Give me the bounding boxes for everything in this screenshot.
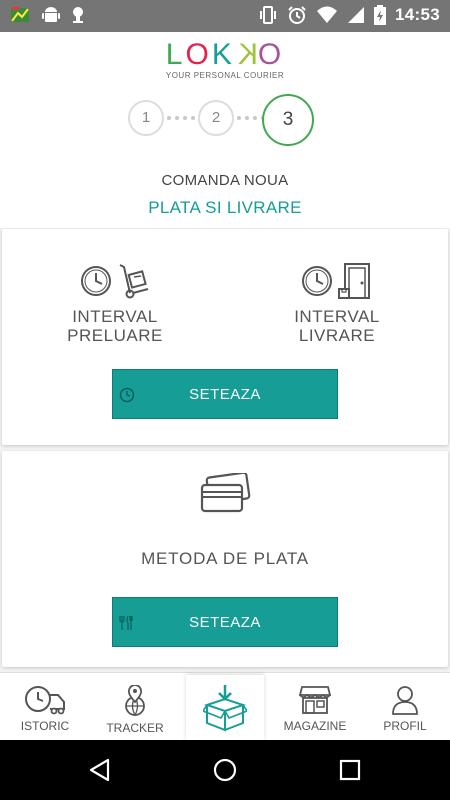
nav-magazine-label: MAGAZINE bbox=[283, 719, 347, 733]
nav-tracker[interactable]: TRACKER bbox=[90, 673, 180, 741]
set-interval-button-label: SETEAZA bbox=[189, 386, 261, 403]
signal-icon bbox=[348, 7, 365, 23]
nav-profil-label: PROFIL bbox=[383, 719, 427, 733]
battery-charging-icon bbox=[374, 5, 387, 25]
set-payment-button[interactable]: SETEAZA bbox=[112, 597, 338, 647]
payment-card: METODA DE PLATA SETEAZA bbox=[2, 451, 448, 667]
system-nav-bar bbox=[0, 740, 450, 800]
step-1[interactable]: 1 bbox=[128, 100, 164, 136]
app-icon bbox=[11, 7, 29, 22]
nav-tracker-label: TRACKER bbox=[106, 721, 164, 735]
pickup-label-line2: PRELUARE bbox=[67, 326, 163, 345]
clock-icon bbox=[119, 387, 135, 403]
android-icon bbox=[42, 7, 60, 22]
alarm-icon bbox=[288, 6, 306, 24]
recents-icon[interactable] bbox=[339, 758, 361, 782]
step-connector bbox=[237, 116, 265, 120]
brand-logo: LOKKO YOUR PERSONAL COURIER bbox=[0, 38, 450, 80]
credit-card-icon bbox=[200, 473, 251, 513]
delivery-interval: INTERVAL LIVRARE bbox=[252, 259, 422, 345]
logo-wordmark: LOKKO bbox=[165, 38, 285, 71]
nav-add-package[interactable] bbox=[186, 675, 264, 741]
home-icon[interactable] bbox=[213, 758, 237, 782]
add-package-icon bbox=[203, 685, 247, 732]
order-stepper: 1 2 3 bbox=[0, 94, 450, 148]
vibrate-icon bbox=[260, 6, 277, 24]
interval-card: INTERVAL PRELUARE INTERVAL LIVRARE SETEA… bbox=[2, 229, 448, 445]
bottom-nav: ISTORIC TRACKER MAGAZINE PROFIL bbox=[0, 672, 450, 741]
pickup-interval: INTERVAL PRELUARE bbox=[30, 259, 200, 345]
page-subtitle: PLATA SI LIVRARE bbox=[148, 198, 302, 217]
location-globe-icon bbox=[125, 685, 145, 717]
set-interval-button[interactable]: SETEAZA bbox=[112, 369, 338, 419]
nav-profil[interactable]: PROFIL bbox=[360, 673, 450, 741]
header: LOKKO YOUR PERSONAL COURIER 1 2 3 COMAND… bbox=[0, 32, 450, 228]
logo-tagline: YOUR PERSONAL COURIER bbox=[165, 71, 285, 80]
status-bar: 14:53 bbox=[0, 0, 450, 32]
android-debug-icon bbox=[73, 7, 83, 23]
wifi-icon bbox=[317, 6, 338, 23]
status-time: 14:53 bbox=[395, 5, 440, 24]
nav-magazine[interactable]: MAGAZINE bbox=[270, 673, 360, 741]
page-title: COMANDA NOUA bbox=[161, 172, 289, 189]
pickup-label-line1: INTERVAL bbox=[72, 307, 158, 326]
delivery-label-line1: INTERVAL bbox=[294, 307, 380, 326]
user-icon bbox=[392, 686, 418, 715]
step-connector bbox=[167, 116, 195, 120]
door-package-icon bbox=[338, 263, 370, 299]
payment-method-label: METODA DE PLATA bbox=[141, 549, 309, 568]
nav-istoric-label: ISTORIC bbox=[20, 719, 70, 733]
delivery-label-line2: LIVRARE bbox=[298, 326, 376, 345]
step-3-active[interactable]: 3 bbox=[262, 94, 314, 146]
cutlery-icon bbox=[119, 615, 133, 630]
delivery-truck-clock-icon bbox=[25, 686, 65, 715]
clock-icon bbox=[81, 266, 111, 296]
set-payment-button-label: SETEAZA bbox=[189, 614, 261, 631]
nav-istoric[interactable]: ISTORIC bbox=[0, 673, 90, 741]
shop-icon bbox=[299, 686, 331, 714]
clock-icon bbox=[302, 266, 332, 296]
hand-truck-package-icon bbox=[119, 264, 149, 299]
back-icon[interactable] bbox=[88, 758, 112, 782]
step-2[interactable]: 2 bbox=[198, 100, 234, 136]
